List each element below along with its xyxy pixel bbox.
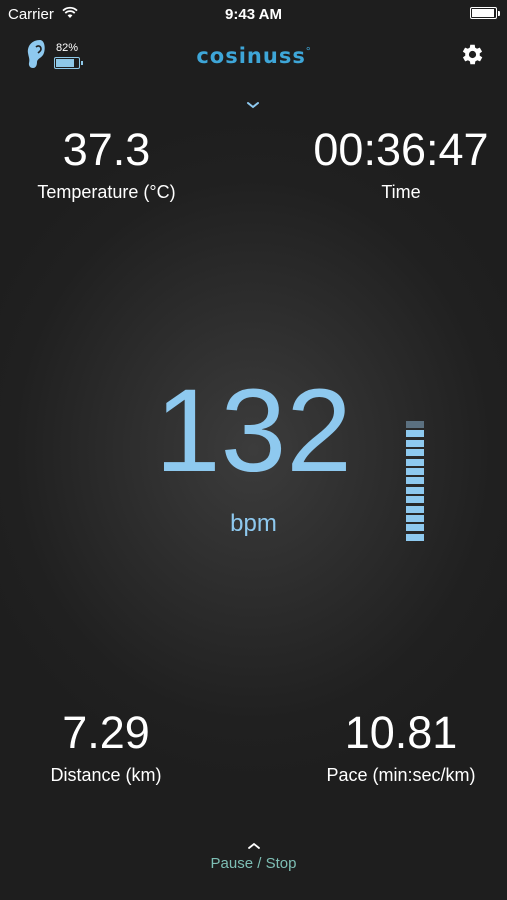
time-value: 00:36:47: [313, 124, 489, 175]
brand-logo: cosinuss°: [0, 44, 507, 68]
zone-segment: [406, 524, 424, 532]
zone-segment: [406, 449, 424, 457]
heart-rate-unit: bpm: [230, 510, 277, 537]
zone-segment: [406, 430, 424, 438]
distance-metric: 7.29 Distance (km): [26, 710, 186, 786]
time-label: Time: [381, 182, 421, 202]
status-time: 9:43 AM: [225, 6, 282, 23]
pace-value: 10.81: [344, 707, 458, 758]
distance-label: Distance (km): [50, 765, 162, 785]
temperature-metric: 37.3 Temperature (°C): [24, 127, 189, 203]
zone-segment: [406, 467, 424, 475]
chevron-up-icon[interactable]: [247, 841, 261, 850]
zone-segment: [406, 496, 424, 504]
battery-icon: [470, 7, 500, 19]
status-bar: Carrier 9:43 AM: [0, 0, 507, 28]
time-metric: 00:36:47 Time: [303, 127, 499, 203]
pace-metric: 10.81 Pace (min:sec/km): [309, 710, 493, 786]
zone-segment: [406, 505, 424, 513]
zone-segment: [406, 439, 424, 447]
gear-icon[interactable]: [459, 41, 486, 68]
temperature-label: Temperature (°C): [37, 182, 176, 202]
pause-stop-button[interactable]: Pause / Stop: [0, 855, 507, 872]
pace-label: Pace (min:sec/km): [326, 765, 476, 785]
heart-rate-zone-bar: [406, 421, 424, 543]
zone-segment: [406, 486, 424, 494]
zone-segment: [406, 477, 424, 485]
zone-segment: [406, 514, 424, 522]
heart-rate-value: 132: [155, 365, 352, 497]
zone-segment: [406, 533, 424, 541]
chevron-down-icon[interactable]: [246, 100, 260, 110]
distance-value: 7.29: [62, 707, 150, 758]
zone-segment: [406, 421, 424, 428]
temperature-value: 37.3: [62, 124, 151, 175]
logo-mark: °: [305, 44, 311, 58]
zone-segment: [406, 458, 424, 466]
logo-text: cosinuss: [196, 44, 306, 68]
screen: Carrier 9:43 AM 82% cosinuss° 37.3 Tempe…: [0, 0, 507, 900]
